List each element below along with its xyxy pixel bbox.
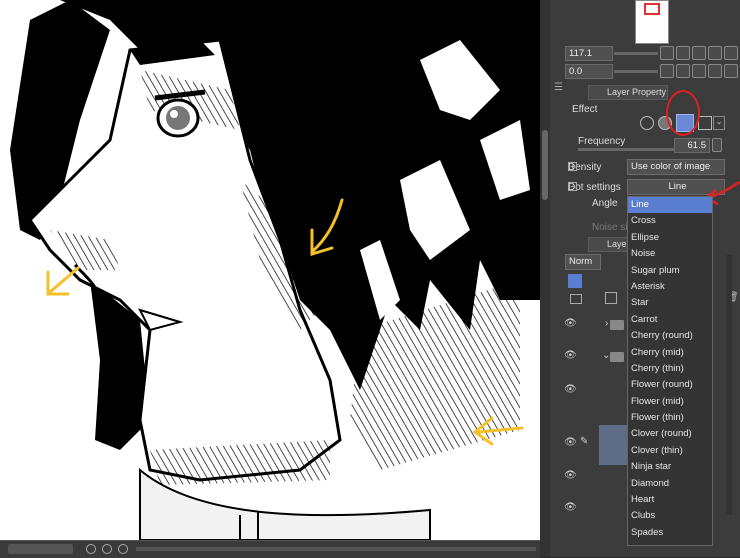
flip-horizontal-icon[interactable] — [708, 64, 722, 78]
folder-icon — [610, 320, 624, 330]
frequency-label: Frequency — [578, 136, 626, 147]
rotate-left-icon[interactable] — [86, 544, 96, 554]
dot-menu-item[interactable]: Asterisk — [628, 279, 712, 295]
dot-menu-item[interactable]: Clover (thin) — [628, 443, 712, 459]
dot-menu-item[interactable]: Clover (round) — [628, 426, 712, 442]
rotate-cw-icon[interactable] — [676, 64, 690, 78]
layer-thumbnail[interactable] — [599, 425, 629, 465]
effect-more-icon[interactable]: ⌄ — [713, 116, 725, 130]
navigator-thumbnail[interactable] — [635, 0, 669, 44]
density-select[interactable]: Use color of image — [627, 159, 725, 175]
manga-artwork — [10, 0, 540, 540]
dot-menu-item[interactable]: Carrot — [628, 312, 712, 328]
dot-menu-item[interactable]: Cherry (thin) — [628, 361, 712, 377]
canvas-scroll-track[interactable] — [136, 547, 536, 551]
rotation-slider[interactable] — [614, 70, 658, 73]
dot-menu-item[interactable]: Clubs — [628, 508, 712, 524]
dot-settings-collapse-icon[interactable]: − — [568, 182, 577, 191]
canvas-status-bar — [0, 540, 540, 558]
folder-icon — [610, 352, 624, 362]
drawing-canvas[interactable] — [0, 0, 540, 540]
visibility-eye-icon[interactable]: 👁 — [564, 437, 577, 448]
frequency-stepper[interactable] — [712, 138, 722, 152]
layer-list-scrollbar[interactable] — [726, 255, 732, 515]
new-layer-icon[interactable] — [605, 292, 617, 304]
angle-label: Angle — [592, 198, 618, 209]
visibility-eye-icon[interactable]: 👁 — [564, 470, 577, 481]
visibility-eye-icon[interactable]: 👁 — [564, 318, 577, 329]
scrollbar-thumb[interactable] — [542, 130, 548, 200]
actual-size-icon[interactable] — [708, 46, 722, 60]
dot-menu-item[interactable]: Cross — [628, 213, 712, 229]
layer-list-icon[interactable] — [570, 294, 582, 304]
dot-menu-item[interactable]: Diamond — [628, 476, 712, 492]
fit-icon[interactable] — [692, 46, 706, 60]
dot-menu-item[interactable]: Flower (round) — [628, 377, 712, 393]
horizontal-scrollbar[interactable] — [8, 544, 73, 554]
dot-settings-dropdown[interactable]: Line Cross Ellipse Noise Sugar plum Asterisk S… — [627, 196, 713, 546]
zoom-in-icon[interactable] — [676, 46, 690, 60]
layer-tool-icon[interactable] — [568, 274, 582, 288]
vertical-scrollbar[interactable] — [540, 0, 550, 557]
dot-menu-item[interactable]: Star — [628, 295, 712, 311]
tab-layer-property[interactable]: Layer Property — [588, 85, 668, 100]
dot-menu-item[interactable]: Line — [628, 197, 712, 214]
reset-rotation-icon[interactable] — [692, 64, 706, 78]
visibility-eye-icon[interactable]: 👁 — [564, 350, 577, 361]
effect-color-icon[interactable] — [698, 116, 712, 130]
pencil-icon[interactable]: ✎ — [580, 436, 590, 447]
panel-menu-icon[interactable]: ☰ — [554, 82, 564, 93]
rotation-input[interactable]: 0.0 — [565, 64, 613, 79]
flip-vertical-icon[interactable] — [724, 64, 738, 78]
dot-menu-item[interactable]: Flower (mid) — [628, 394, 712, 410]
visibility-eye-icon[interactable]: 👁 — [564, 502, 577, 513]
dot-menu-item[interactable]: Ellipse — [628, 230, 712, 246]
dot-menu-item[interactable]: Cherry (round) — [628, 328, 712, 344]
frequency-input[interactable]: 61.5 — [674, 138, 710, 153]
dot-menu-item[interactable]: Heart — [628, 492, 712, 508]
effect-label: Effect — [572, 104, 598, 115]
tab-layer[interactable]: Layer — [588, 237, 630, 252]
reset-rotation-icon[interactable] — [118, 544, 128, 554]
dot-menu-item[interactable]: Spades — [628, 525, 712, 541]
zoom-slider[interactable] — [614, 52, 658, 55]
dot-menu-item[interactable]: Noise — [628, 246, 712, 262]
blend-mode-select[interactable]: Norm — [565, 254, 601, 270]
rotate-right-icon[interactable] — [102, 544, 112, 554]
zoom-input[interactable]: 117.1 — [565, 46, 613, 61]
rotate-ccw-icon[interactable] — [660, 64, 674, 78]
visibility-eye-icon[interactable]: 👁 — [564, 384, 577, 395]
navigator-viewport — [644, 3, 660, 15]
dot-menu-item[interactable]: Sugar plum — [628, 263, 712, 279]
noise-size-label: Noise si — [592, 222, 628, 233]
red-circle-annotation — [666, 90, 700, 136]
dot-menu-item[interactable]: Flower (thin) — [628, 410, 712, 426]
zoom-out-icon[interactable] — [660, 46, 674, 60]
effect-none-icon[interactable] — [640, 116, 654, 130]
folder-expand-icon[interactable]: › — [605, 318, 608, 329]
dot-menu-item[interactable]: Ninja star — [628, 459, 712, 475]
density-expand-icon[interactable]: + — [568, 162, 577, 171]
dot-menu-item[interactable]: Cherry (mid) — [628, 345, 712, 361]
fit-window-icon[interactable] — [724, 46, 738, 60]
